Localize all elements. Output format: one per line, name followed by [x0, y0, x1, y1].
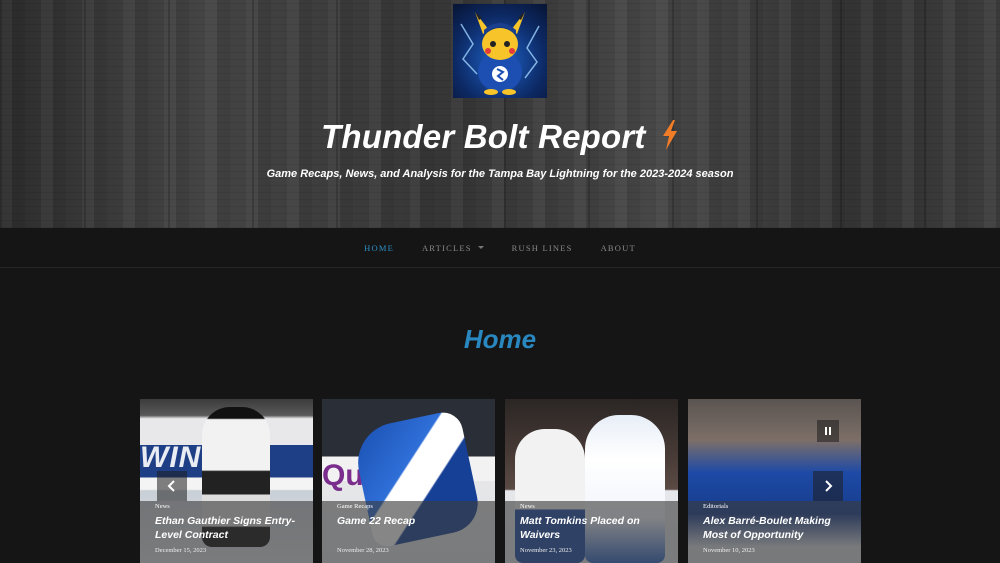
chevron-right-icon	[825, 480, 833, 492]
post-date: November 10, 2023	[703, 547, 755, 554]
post-category[interactable]: Game Recaps	[337, 503, 373, 510]
nav-item-home[interactable]: Home	[350, 243, 408, 253]
post-slider: WINNER News Ethan Gauthier Signs Entry-L…	[140, 399, 861, 563]
slider-next-button[interactable]	[813, 471, 843, 501]
post-date: December 15, 2023	[155, 547, 207, 554]
site-title-text: Thunder Bolt Report	[321, 118, 646, 155]
pause-icon-bar	[829, 427, 831, 435]
site-header: Thunder Bolt Report Game Recaps, News, a…	[0, 0, 1000, 228]
post-date: November 23, 2023	[520, 547, 572, 554]
caret-down-icon	[477, 246, 484, 249]
nav-item-label: Home	[364, 242, 394, 253]
site-title[interactable]: Thunder Bolt Report	[0, 118, 1000, 158]
nav-item-label: Articles	[421, 242, 472, 253]
post-title[interactable]: Ethan Gauthier Signs Entry-Level Contrac…	[155, 514, 305, 542]
post-title[interactable]: Game 22 Recap	[337, 514, 487, 528]
post-title[interactable]: Matt Tomkins Placed on Waivers	[520, 514, 670, 542]
nav-item-label: About	[600, 242, 636, 253]
nav-item-about[interactable]: About	[587, 243, 650, 253]
nav-item-label: Rush Lines	[511, 242, 573, 253]
post-card[interactable]: Que Game Recaps Game 22 Recap November 2…	[322, 399, 495, 563]
main-nav: Home Articles Rush Lines About	[0, 228, 1000, 268]
nav-item-rush-lines[interactable]: Rush Lines	[498, 243, 587, 253]
site-tagline: Game Recaps, News, and Analysis for the …	[266, 168, 734, 180]
post-category[interactable]: Editorials	[703, 503, 728, 510]
post-title[interactable]: Alex Barré-Boulet Making Most of Opportu…	[703, 514, 853, 542]
site-logo[interactable]	[453, 4, 547, 98]
nav-item-articles[interactable]: Articles	[408, 243, 498, 253]
slider-prev-button[interactable]	[157, 471, 187, 501]
lightning-bolt-icon	[661, 120, 679, 158]
pause-icon	[825, 427, 827, 435]
page-title: Home	[463, 324, 537, 354]
chevron-left-icon	[167, 480, 175, 492]
post-category[interactable]: News	[520, 503, 535, 510]
post-category[interactable]: News	[155, 503, 170, 510]
post-card[interactable]: News Matt Tomkins Placed on Waivers Nove…	[505, 399, 678, 563]
post-date: November 28, 2023	[337, 547, 389, 554]
slider-pause-button[interactable]	[817, 420, 839, 442]
